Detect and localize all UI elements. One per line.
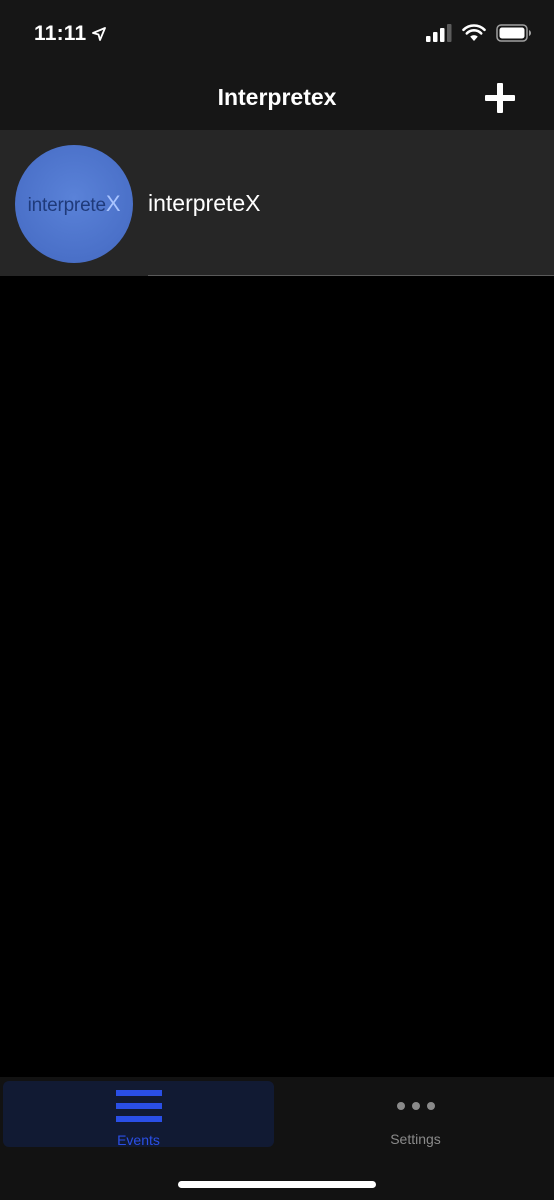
wifi-icon [462, 24, 486, 41]
more-dots-icon [396, 1086, 436, 1125]
hamburger-menu-icon [115, 1086, 162, 1126]
page-title: Interpretex [217, 84, 337, 110]
navigation-bar: Interpretex [0, 64, 554, 130]
tab-settings[interactable]: Settings [280, 1081, 551, 1147]
battery-icon [496, 24, 531, 42]
home-indicator[interactable] [178, 1181, 376, 1188]
clock-text: 11:11 [34, 22, 87, 45]
event-logo-avatar: interpreteX [15, 145, 133, 263]
events-list: interpreteX interpreteX [0, 130, 554, 276]
list-item[interactable]: interpreteX interpreteX [0, 130, 554, 276]
status-time: 11:11 [34, 22, 107, 46]
logo-wordmark: interpreteX [28, 191, 121, 217]
tab-settings-label: Settings [390, 1131, 441, 1147]
status-bar: 11:11 [0, 0, 554, 64]
event-title: interpreteX [148, 190, 261, 216]
add-event-button[interactable] [482, 80, 518, 116]
tab-events[interactable]: Events [3, 1081, 274, 1148]
row-separator [148, 275, 554, 276]
status-indicators [426, 24, 532, 42]
cellular-signal-icon [426, 24, 452, 42]
location-arrow-icon [92, 27, 107, 41]
tab-bar: Events Settings [0, 1077, 554, 1200]
tab-events-label: Events [117, 1132, 160, 1148]
logo-text-x: X [105, 191, 121, 216]
logo-text-main: interprete [27, 195, 106, 216]
plus-icon [485, 83, 515, 113]
